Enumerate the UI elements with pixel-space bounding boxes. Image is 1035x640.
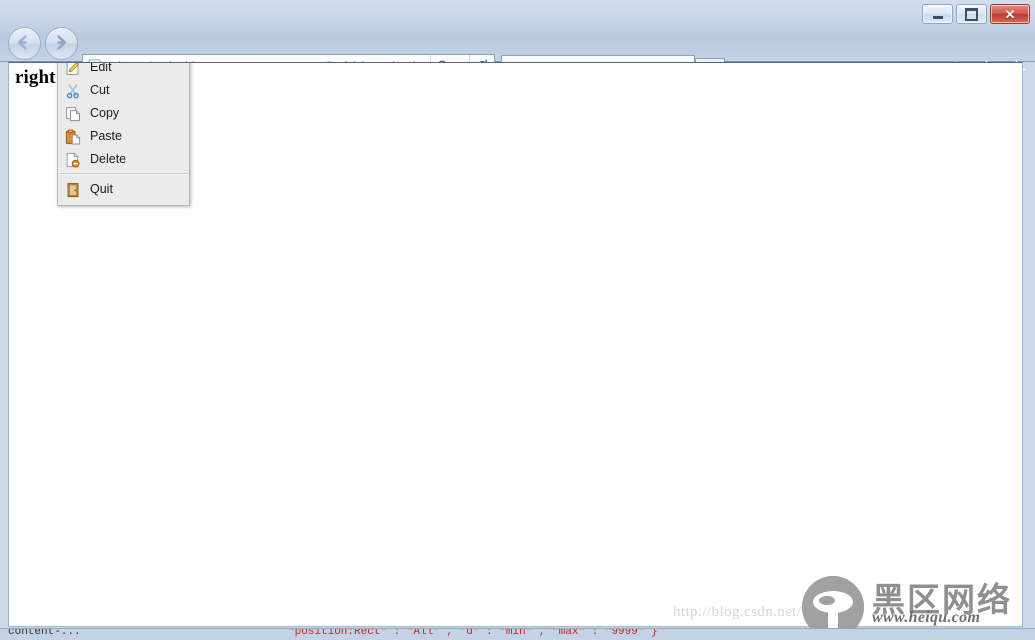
clipboard-icon (65, 129, 81, 145)
minimize-button[interactable] (922, 4, 953, 24)
pencil-icon (65, 63, 81, 76)
context-menu-separator (59, 173, 188, 175)
browser-window: ✕ right Edit Cut Copy Paste Delete Quit … (0, 0, 1035, 640)
back-button[interactable] (8, 27, 41, 60)
bottom-clipped-strip: content-... "position:Rect" : "All" , "d… (0, 628, 1035, 640)
context-menu[interactable]: Edit Cut Copy Paste Delete Quit (57, 62, 190, 206)
close-button[interactable]: ✕ (990, 4, 1030, 24)
navigation-row: F:\temp\swisnl-jQuery-contextMenu-44db0f… (0, 24, 1035, 86)
context-menu-item-paste[interactable]: Paste (58, 125, 189, 148)
context-menu-item-copy[interactable]: Copy (58, 102, 189, 125)
title-bar: ✕ (0, 0, 1035, 24)
close-icon: ✕ (1004, 6, 1016, 22)
bottom-code-text: "position:Rect" : "All" , "d" : "min" , … (288, 628, 658, 638)
bottom-left-text: content-... (8, 628, 81, 638)
copy-icon (65, 106, 81, 122)
context-menu-item-edit[interactable]: Edit (58, 62, 189, 79)
context-menu-label: Cut (90, 83, 110, 98)
context-menu-label: Copy (90, 106, 120, 121)
window-chrome: ✕ (0, 0, 1035, 86)
watermark-blog-url: http://blog.csdn.net/ (673, 604, 802, 620)
maximize-icon (965, 7, 978, 21)
context-menu-label: Edit (90, 62, 112, 75)
minimize-icon (932, 15, 943, 19)
context-menu-label: Delete (90, 152, 127, 167)
watermark-site-url: www.heiqu.com (872, 609, 981, 626)
scissors-icon (65, 83, 81, 99)
page-viewport: right click me Edit (8, 62, 1023, 627)
context-menu-item-quit[interactable]: Quit (58, 178, 189, 201)
back-arrow-icon (17, 35, 27, 50)
forward-button[interactable] (45, 27, 78, 60)
door-icon (65, 182, 81, 198)
context-menu-label: Quit (90, 182, 113, 197)
delete-icon (65, 152, 81, 168)
window-controls: ✕ (922, 4, 1030, 24)
maximize-button[interactable] (956, 4, 987, 24)
bottom-clipped-text: content-... "position:Rect" : "All" , "d… (0, 628, 1035, 640)
forward-arrow-icon (57, 35, 67, 50)
context-menu-label: Paste (90, 129, 122, 144)
context-menu-item-delete[interactable]: Delete (58, 148, 189, 171)
context-menu-item-cut[interactable]: Cut (58, 79, 189, 102)
